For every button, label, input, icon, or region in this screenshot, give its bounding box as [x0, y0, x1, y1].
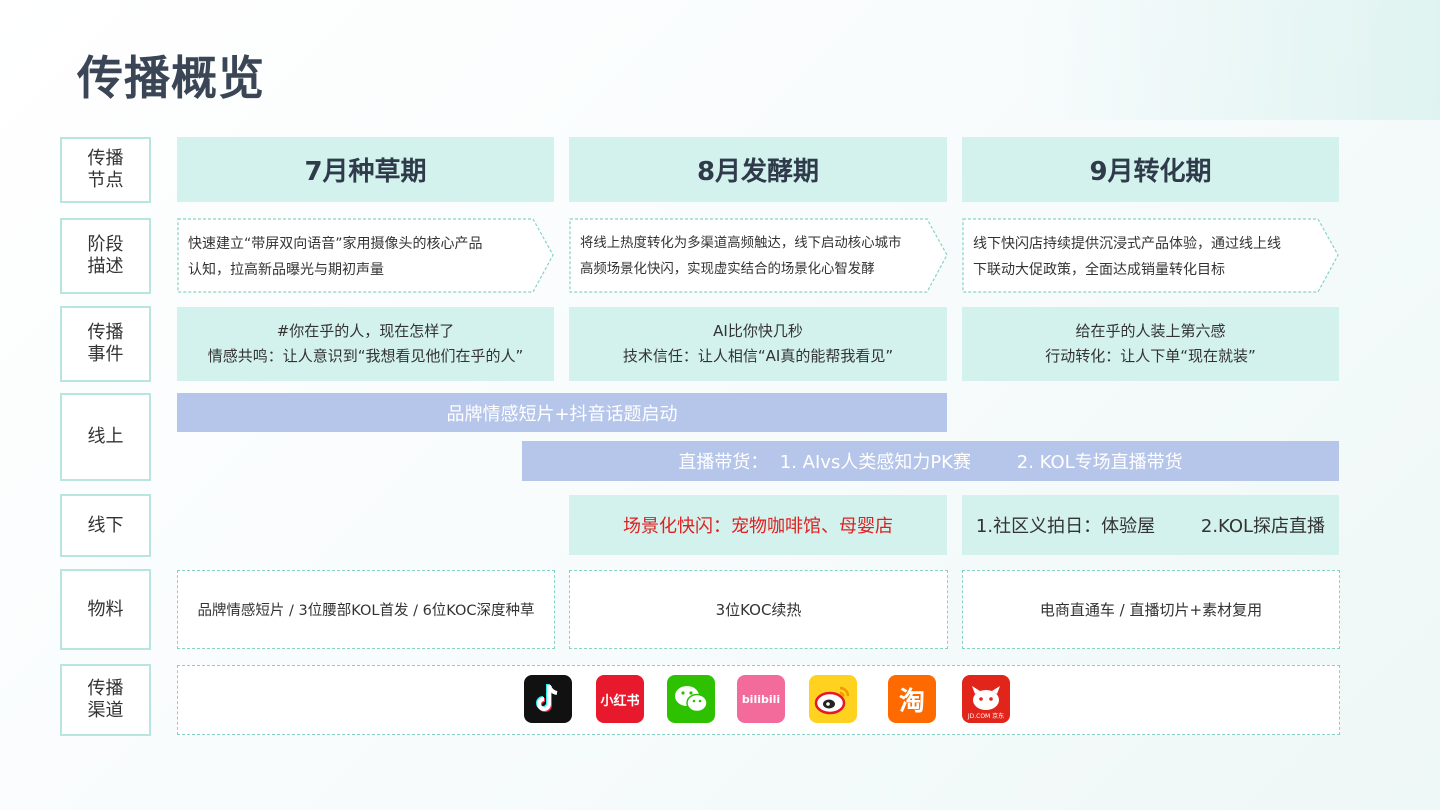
taobao-label: 淘	[898, 686, 925, 717]
jd-label: JD.COM 京东	[967, 713, 1005, 720]
bilibili-icon: bilibili	[737, 675, 785, 723]
online-bar-livestream: 直播带货： 1. AIvs人类感知力PK赛 2. KOL专场直播带货	[522, 441, 1339, 481]
event-subline: 情感共鸣：让人意识到“我想看见他们在乎的人”	[207, 347, 524, 365]
event-september: 给在乎的人装上第六感 行动转化：让人下单“现在就装”	[962, 307, 1339, 381]
page-title: 传播概览	[77, 51, 265, 105]
row-label-stage-text: 阶段 描述	[87, 234, 124, 277]
row-label-channels: 传播 渠道	[60, 664, 151, 736]
event-subline: 行动转化：让人下单“现在就装”	[1045, 347, 1256, 365]
row-label-offline: 线下	[60, 494, 151, 557]
row-label-offline-text: 线下	[87, 514, 124, 536]
stage-desc-line: 高频场景化快闪，实现虚实结合的场景化心智发酵	[580, 262, 875, 277]
row-label-events-text: 传播 事件	[87, 322, 124, 365]
stage-desc-line: 认知，拉高新品曝光与期初声量	[188, 262, 384, 278]
background-decoration	[1020, 0, 1440, 120]
offline-august: 场景化快闪：宠物咖啡馆、母婴店	[569, 495, 947, 555]
event-headline: 给在乎的人装上第六感	[1075, 322, 1226, 340]
row-label-online: 线上	[60, 393, 151, 481]
jd-icon: JD.COM 京东	[962, 675, 1010, 723]
materials-september: 电商直通车 / 直播切片+素材复用	[962, 570, 1340, 649]
event-subline: 技术信任：让人相信“AI真的能帮我看见”	[622, 347, 894, 365]
row-label-nodes: 传播 节点	[60, 137, 151, 203]
stage-desc-line: 将线上热度转化为多渠道高频触达，线下启动核心城市	[580, 236, 902, 251]
row-label-events: 传播 事件	[60, 306, 151, 382]
xiaohongshu-icon: 小红书	[596, 675, 644, 723]
xiaohongshu-label: 小红书	[600, 693, 640, 709]
row-label-materials-text: 物料	[87, 598, 124, 620]
phase-september: 9月转化期	[962, 137, 1339, 202]
offline-september: 1.社区义拍日：体验屋 2.KOL探店直播	[962, 495, 1339, 555]
row-label-online-text: 线上	[87, 426, 124, 447]
taobao-icon: 淘	[888, 675, 936, 723]
weibo-icon	[809, 675, 857, 723]
channels-box: 小红书 bilibili 淘 JD.COM 京东	[177, 665, 1340, 735]
row-label-stage: 阶段 描述	[60, 218, 151, 294]
bilibili-label: bilibili	[741, 692, 781, 706]
row-label-materials: 物料	[60, 569, 151, 650]
materials-july: 品牌情感短片 / 3位腰部KOL首发 / 6位KOC深度种草	[177, 570, 555, 649]
stage-desc-august: 将线上热度转化为多渠道高频触达，线下启动核心城市 高频场景化快闪，实现虚实结合的…	[569, 218, 949, 293]
materials-august: 3位KOC续热	[569, 570, 948, 649]
phase-july: 7月种草期	[177, 137, 554, 202]
row-label-nodes-text: 传播 节点	[87, 148, 124, 191]
event-headline: AI比你快几秒	[713, 322, 803, 340]
row-label-channels-text: 传播 渠道	[87, 678, 124, 721]
stage-desc-july: 快速建立“带屏双向语音”家用摄像头的核心产品 认知，拉高新品曝光与期初声量	[177, 218, 555, 293]
stage-desc-line: 线下快闪店持续提供沉浸式产品体验，通过线上线	[973, 236, 1281, 252]
phase-august: 8月发酵期	[569, 137, 947, 202]
event-headline: #你在乎的人，现在怎样了	[276, 322, 455, 340]
stage-desc-september: 线下快闪店持续提供沉浸式产品体验，通过线上线 下联动大促政策，全面达成销量转化目…	[962, 218, 1340, 293]
stage-desc-line: 下联动大促政策，全面达成销量转化目标	[973, 262, 1225, 278]
wechat-icon	[667, 675, 715, 723]
event-july: #你在乎的人，现在怎样了 情感共鸣：让人意识到“我想看见他们在乎的人”	[177, 307, 554, 381]
online-bar-launch: 品牌情感短片+抖音话题启动	[177, 393, 947, 432]
stage-desc-line: 快速建立“带屏双向语音”家用摄像头的核心产品	[188, 236, 483, 252]
event-august: AI比你快几秒 技术信任：让人相信“AI真的能帮我看见”	[569, 307, 947, 381]
douyin-icon	[524, 675, 572, 723]
